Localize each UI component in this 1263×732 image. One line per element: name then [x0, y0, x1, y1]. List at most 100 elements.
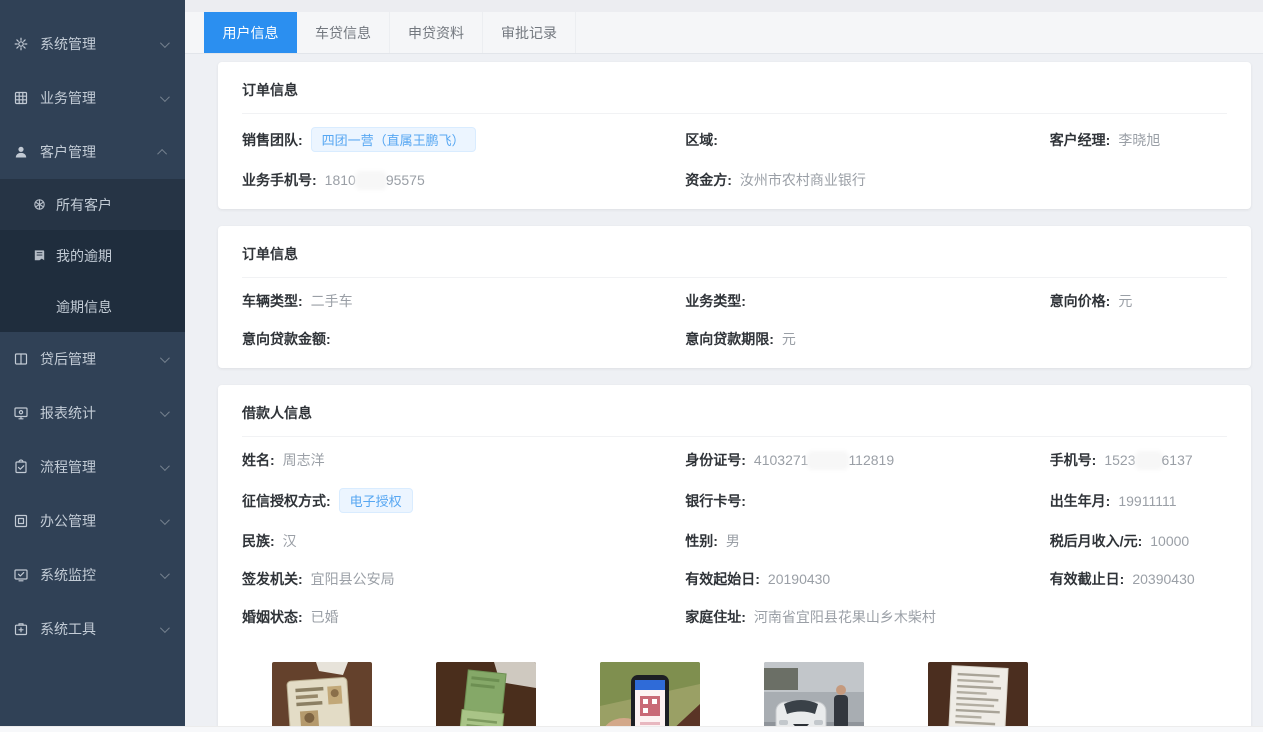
content-area: 订单信息 销售团队: 四团一营（直属王鹏飞） 区域: 客户经理: 李晓旭 业务手…: [185, 54, 1263, 732]
field-intent-price: 意向价格: 元: [1050, 282, 1227, 320]
field-value: 宜阳县公安局: [311, 569, 395, 589]
gear-icon: [13, 36, 29, 52]
field-valid-from: 有效起始日: 20190430: [685, 560, 1049, 598]
sidebar-item-office-management[interactable]: 办公管理: [0, 494, 185, 548]
photo-phone-qr[interactable]: 征信报告: [600, 662, 700, 732]
chevron-down-icon: [160, 461, 170, 471]
tab-loan-application-materials[interactable]: 申贷资料: [390, 12, 483, 53]
user-icon: [13, 144, 29, 160]
sidebar-item-system-management[interactable]: 系统管理: [0, 17, 185, 71]
field-label: 手机号:: [1050, 450, 1097, 470]
field-label: 业务类型:: [685, 291, 746, 311]
field-label: 身份证号:: [685, 450, 746, 470]
field-valid-to: 有效截止日: 20390430: [1050, 560, 1227, 598]
photo-paper-document[interactable]: 其他材料: [928, 662, 1028, 732]
green-booklet-photo: [436, 662, 536, 732]
credit-auth-badge: 电子授权: [339, 488, 413, 513]
field-value: 男: [726, 531, 740, 551]
field-value: 20390430: [1132, 571, 1194, 587]
sidebar-item-customer-management[interactable]: 客户管理: [0, 125, 185, 179]
chevron-down-icon: [160, 623, 170, 633]
field-customer-manager: 客户经理: 李晓旭: [1050, 118, 1227, 161]
field-value: 10000: [1150, 533, 1189, 549]
chevron-down-icon: [160, 92, 170, 102]
sidebar-item-report-statistics[interactable]: 报表统计: [0, 386, 185, 440]
field-ethnicity: 民族: 汉: [242, 522, 685, 560]
field-value: 河南省宜阳县花果山乡木柴村: [754, 607, 936, 627]
sidebar-item-my-overdue[interactable]: 我的逾期: [0, 230, 185, 281]
sidebar-item-overdue-info[interactable]: 逾期信息: [0, 281, 185, 332]
sales-team-badge[interactable]: 四团一营（直属王鹏飞）: [311, 127, 476, 152]
field-label: 销售团队:: [242, 130, 303, 150]
nested-square-icon: [13, 513, 29, 529]
chevron-down-icon: [160, 569, 170, 579]
sidebar-item-all-customers[interactable]: 所有客户: [0, 179, 185, 230]
field-label: 姓名:: [242, 450, 275, 470]
field-value: 汉: [283, 531, 297, 551]
phone-qr-photo: [600, 662, 700, 732]
sidebar-item-label: 系统管理: [40, 34, 160, 54]
field-value: 181095575: [325, 172, 425, 188]
sidebar-item-process-management[interactable]: 流程管理: [0, 440, 185, 494]
field-value: 元: [782, 329, 796, 349]
field-business-type: 业务类型:: [685, 282, 1049, 320]
field-issuing-authority: 签发机关: 宜阳县公安局: [242, 560, 685, 598]
field-label: 签发机关:: [242, 569, 303, 589]
photo-green-booklet[interactable]: 驾驶证照片: [436, 662, 536, 732]
field-value: 15236137: [1104, 452, 1192, 468]
clipboard-check-icon: [13, 459, 29, 475]
field-label: 银行卡号:: [685, 491, 746, 511]
tab-approval-records[interactable]: 审批记录: [483, 12, 576, 53]
field-label: 意向价格:: [1050, 291, 1111, 311]
monitor-check-icon: [13, 567, 29, 583]
main-area: 用户信息 车贷信息 申贷资料 审批记录 订单信息 销售团队: 四团一营（直属王鹏…: [185, 0, 1263, 732]
field-region: 区域:: [685, 118, 1049, 161]
field-label: 出生年月:: [1050, 491, 1111, 511]
sidebar-item-system-tools[interactable]: 系统工具: [0, 602, 185, 656]
field-label: 车辆类型:: [242, 291, 303, 311]
tab-car-loan-info[interactable]: 车贷信息: [297, 12, 390, 53]
paper-document-photo: [928, 662, 1028, 732]
field-value: 元: [1118, 291, 1132, 311]
field-value: 汝州市农村商业银行: [740, 170, 866, 190]
photo-id-card[interactable]: 本人照: [272, 662, 372, 732]
bottom-scrollbar-track[interactable]: [0, 726, 1263, 732]
field-label: 区域:: [685, 130, 718, 150]
field-business-phone: 业务手机号: 181095575: [242, 161, 685, 199]
person-car-photo: [764, 662, 864, 732]
order-info-card-1: 订单信息 销售团队: 四团一营（直属王鹏飞） 区域: 客户经理: 李晓旭 业务手…: [218, 62, 1251, 209]
book-icon: [32, 248, 47, 263]
top-strip: [185, 0, 1263, 12]
field-label: 民族:: [242, 531, 275, 551]
field-loan-term: 意向贷款期限: 元: [685, 320, 1049, 358]
field-value: 4103271112819: [754, 452, 894, 468]
field-sales-team: 销售团队: 四团一营（直属王鹏飞）: [242, 118, 685, 161]
redaction-blur: [1138, 454, 1160, 467]
sidebar-item-label: 系统工具: [40, 619, 160, 639]
field-label: 性别:: [685, 531, 718, 551]
field-value: 周志洋: [283, 450, 325, 470]
field-value: 已婚: [311, 607, 339, 627]
id-card-photo: [272, 662, 372, 732]
monitor-icon: [13, 405, 29, 421]
field-marital-status: 婚姻状态: 已婚: [242, 598, 685, 636]
sidebar-item-postloan-management[interactable]: 贷后管理: [0, 332, 185, 386]
chevron-down-icon: [160, 515, 170, 525]
sidebar-item-label: 业务管理: [40, 88, 160, 108]
field-mobile-phone: 手机号: 15236137: [1050, 441, 1227, 479]
card-title: 借款人信息: [242, 399, 1227, 437]
sidebar-item-system-monitor[interactable]: 系统监控: [0, 548, 185, 602]
card-title: 订单信息: [242, 76, 1227, 114]
tab-user-info[interactable]: 用户信息: [204, 12, 297, 53]
field-id-number: 身份证号: 4103271112819: [685, 441, 1049, 479]
grid-icon: [13, 90, 29, 106]
field-value: 19911111: [1118, 493, 1176, 509]
field-label: 客户经理:: [1050, 130, 1111, 150]
field-label: 意向贷款期限:: [685, 329, 774, 349]
card-title: 订单信息: [242, 240, 1227, 278]
field-label: 资金方:: [685, 170, 732, 190]
sidebar-item-business-management[interactable]: 业务管理: [0, 71, 185, 125]
field-credit-auth: 征信授权方式: 电子授权: [242, 479, 685, 522]
photo-person-with-car[interactable]: 人车照: [764, 662, 864, 732]
field-loan-amount: 意向贷款金额:: [242, 320, 685, 358]
